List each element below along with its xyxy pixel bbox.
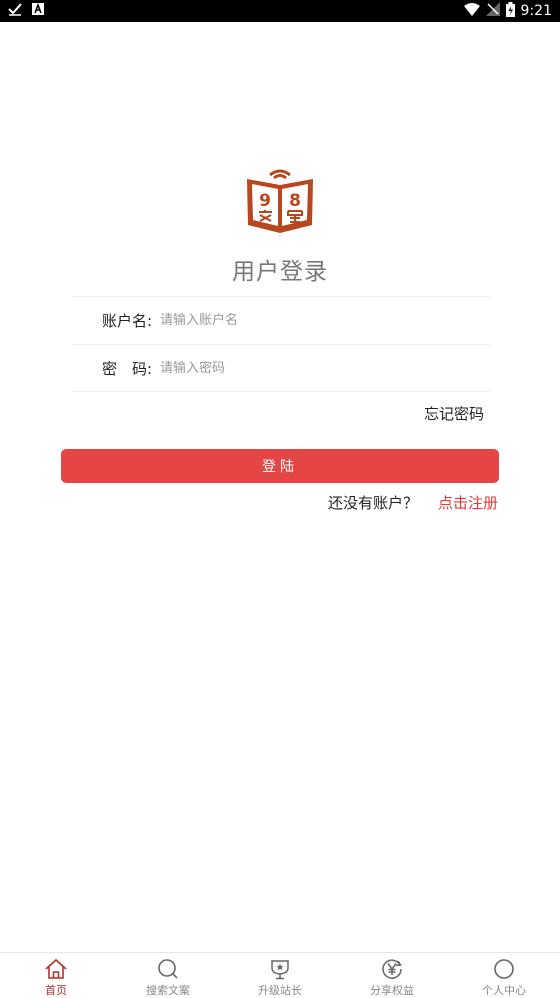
divider [72,391,490,392]
check-notification-icon [8,2,22,20]
password-label: 密 码: [101,359,152,378]
tab-label: 分享权益 [370,984,414,997]
status-bar: 9:21 [0,0,560,22]
tab-upgrade[interactable]: 升级站长 [224,953,336,998]
yen-icon [382,959,402,979]
tab-home[interactable]: 首页 [0,953,112,998]
register-link[interactable]: 点击注册 [438,492,498,513]
wifi-icon [463,2,480,20]
svg-text:8: 8 [289,191,301,211]
tab-label: 升级站长 [258,984,302,997]
username-input[interactable] [160,312,490,328]
tab-label: 搜索文案 [146,984,190,997]
tab-share[interactable]: 分享权益 [336,953,448,998]
page-title: 用户登录 [232,259,328,285]
password-row: 密 码: [72,345,490,391]
tab-label: 个人中心 [482,984,526,997]
register-row: 还没有账户？ 点击注册 [328,492,498,513]
tab-label: 首页 [45,984,67,997]
register-prompt: 还没有账户？ [327,494,418,512]
bottom-tab-bar: 首页 搜索文案 升级站长 分享权益 个人中心 [0,952,560,998]
username-label: 账户名: [101,311,152,330]
home-icon [45,958,67,979]
login-button[interactable]: 登陆 [61,449,499,483]
signal-icon [485,2,500,20]
password-input[interactable] [160,360,490,376]
battery-icon [505,1,515,21]
tab-profile[interactable]: 个人中心 [448,953,560,998]
svg-text:9: 9 [259,191,271,211]
user-circle-icon [494,959,514,979]
username-row: 账户名: [72,297,490,343]
status-time: 9:21 [520,3,552,19]
app-logo: 9 8 [244,163,316,235]
forgot-password-link[interactable]: 忘记密码 [424,403,484,424]
trophy-icon [271,960,289,980]
app-notification-icon [32,2,44,19]
search-icon [158,959,178,979]
tab-search[interactable]: 搜索文案 [112,953,224,998]
